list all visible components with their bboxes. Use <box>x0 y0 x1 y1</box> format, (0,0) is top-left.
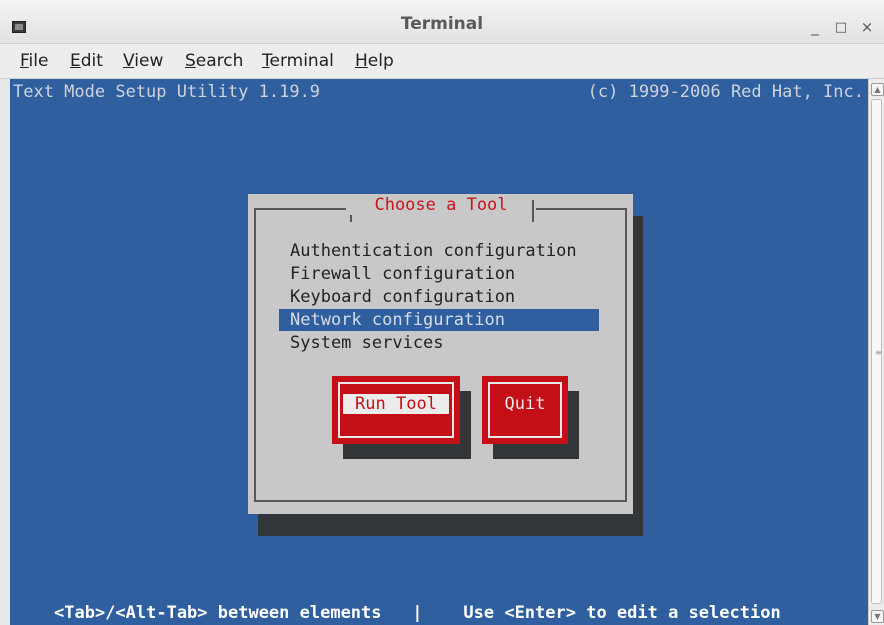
dialog-title: Choose a Tool <box>346 195 536 215</box>
close-button[interactable]: × <box>858 18 876 36</box>
menu-file-rest: ile <box>28 51 49 71</box>
menu-edit-accel: E <box>70 51 81 71</box>
menu-help-rest: elp <box>367 51 394 71</box>
menu-file[interactable]: File <box>20 51 48 71</box>
menu-search-rest: earch <box>195 51 244 71</box>
menu-bar: File Edit View Search Terminal Help <box>0 44 884 79</box>
scroll-thumb[interactable]: ≡ <box>871 99 882 604</box>
option-keyboard[interactable]: Keyboard configuration <box>290 287 515 307</box>
menu-view-rest: iew <box>134 51 164 71</box>
grip-icon: ≡ <box>875 348 882 357</box>
scroll-up-arrow-icon[interactable]: ▲ <box>871 83 884 96</box>
menu-view-accel: V <box>123 51 135 71</box>
run-tool-button-label: Run Tool <box>343 394 449 414</box>
option-network-selected[interactable]: Network configuration <box>279 309 599 331</box>
menu-help-accel: H <box>355 51 368 71</box>
menu-terminal[interactable]: Terminal <box>262 51 334 71</box>
title-bracket-right <box>532 200 534 222</box>
menu-help[interactable]: Help <box>355 51 394 71</box>
menu-file-accel: F <box>20 51 29 71</box>
terminal-scrollbar[interactable]: ▲ ≡ ▼ <box>868 79 884 625</box>
terminal-area[interactable]: Text Mode Setup Utility 1.19.9 (c) 1999-… <box>10 79 868 625</box>
menu-edit-rest: dit <box>80 51 103 71</box>
menu-terminal-accel: T <box>262 51 270 71</box>
menu-edit[interactable]: Edit <box>70 51 103 71</box>
option-authentication[interactable]: Authentication configuration <box>290 241 577 261</box>
maximize-button[interactable]: □ <box>832 20 850 35</box>
menu-search[interactable]: Search <box>185 51 243 71</box>
quit-button[interactable]: Quit <box>482 376 568 444</box>
utility-header-title: Text Mode Setup Utility 1.19.9 <box>13 82 321 102</box>
utility-header-copyright: (c) 1999-2006 Red Hat, Inc. <box>587 82 864 102</box>
quit-button-label: Quit <box>504 394 546 414</box>
run-tool-button[interactable]: Run Tool <box>332 376 460 444</box>
window-title: Terminal <box>400 14 484 34</box>
menu-terminal-rest: erminal <box>269 51 334 71</box>
keyboard-help-footer: <Tab>/<Alt-Tab> between elements | Use <… <box>54 603 781 623</box>
choose-tool-dialog: Choose a Tool Authentication configurati… <box>248 194 633 514</box>
window-titlebar: Terminal _ □ × <box>0 0 884 44</box>
option-system-services[interactable]: System services <box>290 333 444 353</box>
option-firewall[interactable]: Firewall configuration <box>290 264 515 284</box>
scroll-down-arrow-icon[interactable]: ▼ <box>871 610 884 623</box>
menu-view[interactable]: View <box>123 51 163 71</box>
menu-search-accel: S <box>185 51 196 71</box>
minimize-button[interactable]: _ <box>806 18 824 36</box>
